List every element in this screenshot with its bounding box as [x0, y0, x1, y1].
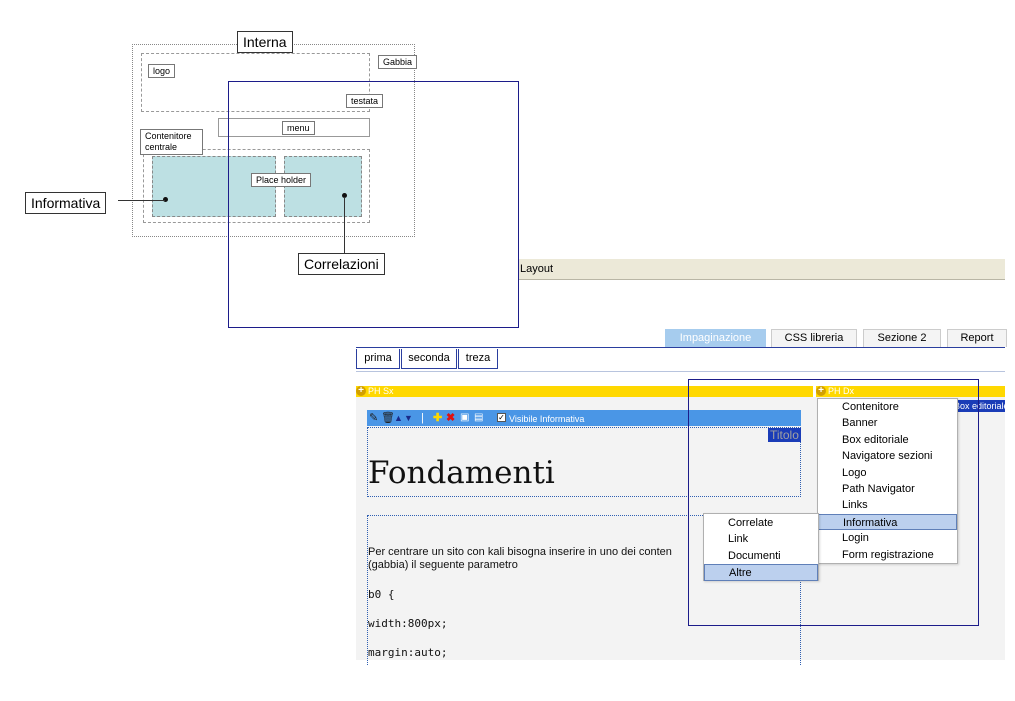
zoom-rectangle-top — [228, 81, 519, 328]
ph-left-label: PH Sx — [368, 386, 394, 396]
tab-sezione-2[interactable]: Sezione 2 — [863, 329, 941, 347]
visibility-label: Visibile Informativa — [509, 414, 585, 424]
move-down-icon[interactable]: ▼ — [404, 412, 413, 424]
subtab-prima[interactable]: prima — [356, 349, 400, 369]
main-tabs: Impaginazione CSS libreria Sezione 2 Rep… — [0, 329, 1015, 347]
visibility-checkbox[interactable]: ✓ — [497, 413, 506, 422]
window-icon[interactable]: ▣ — [460, 412, 469, 424]
tab-report[interactable]: Report — [947, 329, 1007, 347]
delete-x-icon[interactable]: ✖ — [446, 412, 455, 424]
edit-pencil-icon[interactable]: ✎ — [369, 412, 378, 424]
code-line-1: b0 { — [368, 588, 395, 601]
subtab-seconda[interactable]: seconda — [401, 349, 457, 369]
body-line-1: Per centrare un sito con kali bisogna in… — [368, 546, 672, 558]
move-up-icon[interactable]: ▲ — [394, 412, 403, 424]
subtabs-divider — [356, 371, 1005, 372]
zoom-rectangle-right — [688, 379, 979, 626]
trash-icon[interactable]: 🗑 — [381, 412, 395, 424]
diagram-title: Interna — [237, 31, 293, 53]
add-plus-icon[interactable]: + — [356, 386, 366, 396]
menubar-label[interactable]: Layout — [520, 263, 553, 275]
contenitore-label: Contenitore centrale — [140, 129, 203, 155]
informativa-callout-line — [118, 200, 165, 201]
page-heading: Fondamenti — [368, 455, 555, 491]
informativa-callout: Informativa — [25, 192, 107, 214]
properties-icon[interactable]: ▤ — [474, 412, 483, 424]
separator-icon: | — [421, 412, 424, 424]
add-icon[interactable]: ✚ — [433, 412, 442, 424]
subtab-treza[interactable]: treza — [458, 349, 498, 369]
tabs-divider — [356, 347, 1005, 348]
body-line-2: (gabbia) il seguente parametro — [368, 559, 518, 571]
tab-impaginazione[interactable]: Impaginazione — [665, 329, 766, 347]
tab-css-libreria[interactable]: CSS libreria — [771, 329, 857, 347]
menubar: Layout — [518, 259, 1005, 280]
code-line-2: width:800px; — [368, 617, 448, 630]
logo-label: logo — [148, 64, 176, 78]
gabbia-label: Gabbia — [378, 55, 418, 69]
code-line-3: margin:auto; — [368, 646, 448, 659]
